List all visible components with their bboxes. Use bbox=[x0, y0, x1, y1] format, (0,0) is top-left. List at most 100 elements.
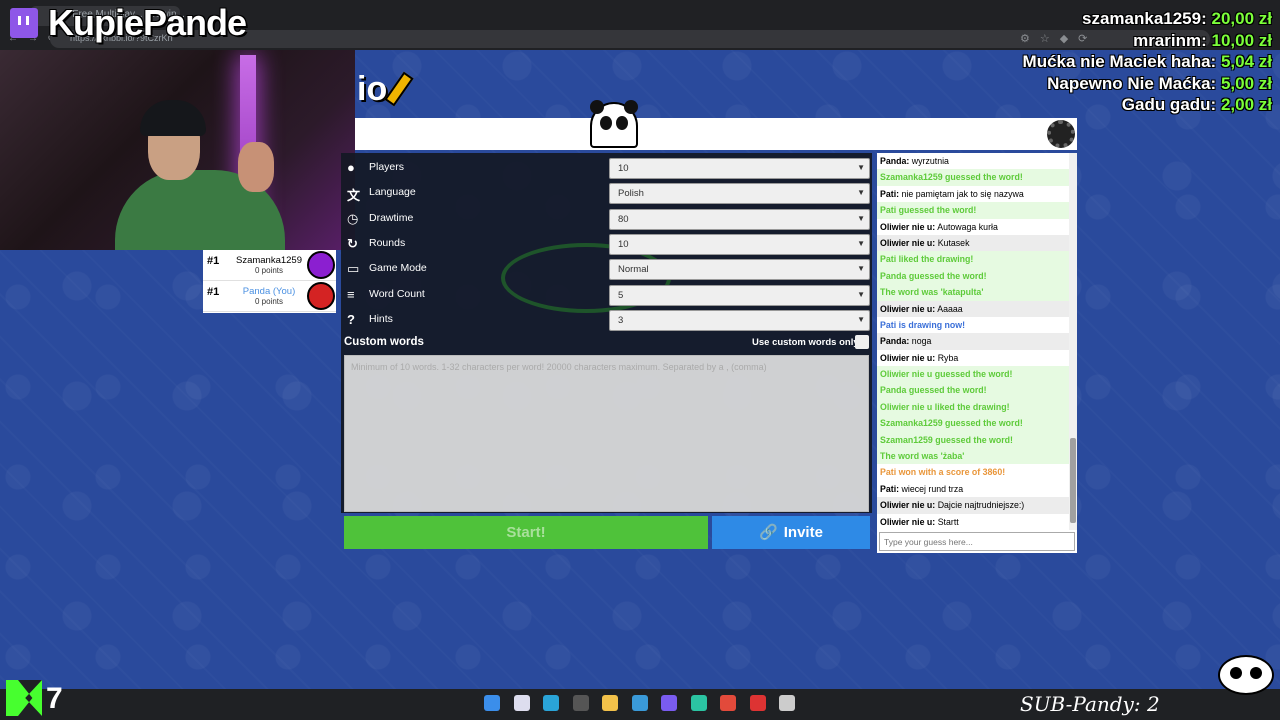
setting-row-players: ● Players 10 ▼ bbox=[341, 156, 872, 180]
setting-value: Normal bbox=[618, 264, 649, 276]
setting-value: Polish bbox=[618, 188, 644, 200]
setting-label: Rounds bbox=[369, 236, 406, 249]
setting-select[interactable]: 5 ▼ bbox=[609, 284, 870, 306]
donation-name: Gadu gadu: bbox=[1121, 95, 1217, 114]
chat-message: Panda guessed the word! bbox=[877, 267, 1069, 285]
chevron-down-icon: ▼ bbox=[857, 289, 865, 299]
chat-author: Oliwier nie u: bbox=[880, 221, 936, 232]
chat-message: Panda guessed the word! bbox=[877, 382, 1069, 399]
player-points: 0 points bbox=[254, 297, 284, 306]
chat-text: Szaman1259 guessed the word! bbox=[880, 434, 1013, 445]
setting-value: 10 bbox=[618, 238, 629, 250]
streamer-cap bbox=[140, 100, 206, 136]
setting-row-rounds: ↻ Rounds 10 ▼ bbox=[341, 232, 872, 256]
chat-text: Panda guessed the word! bbox=[880, 385, 987, 396]
rounds-icon: ↻ bbox=[347, 235, 358, 251]
chat-message: Pati: nie pamiętam jak to się nazywa bbox=[877, 186, 1069, 202]
taskbar-app-icon[interactable] bbox=[513, 695, 530, 711]
chat-text: The word was 'katapulta' bbox=[880, 287, 984, 298]
player-points: 0 points bbox=[254, 266, 284, 275]
setting-row-language: 文 Language Polish ▼ bbox=[341, 181, 872, 205]
chat-text: Szamanka1259 guessed the word! bbox=[880, 418, 1023, 429]
chat-text: Szamanka1259 guessed the word! bbox=[880, 172, 1023, 183]
chat-scrollbar[interactable] bbox=[1069, 153, 1077, 530]
gamemode-icon: ▭ bbox=[347, 261, 360, 277]
setting-select[interactable]: Normal ▼ bbox=[609, 259, 870, 281]
game-header-bar bbox=[355, 118, 1077, 150]
player-row: #1 Szamanka1259 0 points bbox=[203, 250, 336, 281]
chat-message: Oliwier nie u: Kutasek bbox=[877, 234, 1069, 252]
taskbar-app-icon[interactable] bbox=[720, 695, 736, 711]
chat-text: Startt bbox=[937, 516, 959, 527]
chat-text: Panda guessed the word! bbox=[880, 270, 987, 281]
donation-list: szamanka1259: 20,00 zł mrarinm: 10,00 zł M… bbox=[1023, 8, 1272, 116]
chat-message: Oliwier nie u: Startt bbox=[877, 514, 1069, 530]
pencil-icon bbox=[384, 71, 414, 107]
chat-author: Oliwier nie u: bbox=[880, 237, 936, 248]
chat-message: Oliwier nie u: Autowaga kurła bbox=[877, 219, 1069, 235]
taskbar-app-icon[interactable] bbox=[631, 695, 648, 711]
setting-row-hints: ? Hints 3 ▼ bbox=[341, 308, 872, 332]
lobby-settings-panel: Custom words Use custom words only Minim… bbox=[341, 153, 872, 513]
chat-guess-input[interactable] bbox=[879, 532, 1075, 551]
donation-row: Mućka nie Maciek haha: 5,04 zł bbox=[1023, 51, 1272, 73]
chevron-down-icon: ▼ bbox=[857, 238, 865, 248]
custom-words-textarea[interactable]: Minimum of 10 words. 1-32 characters per… bbox=[344, 355, 869, 512]
chat-author: Pati: bbox=[880, 188, 900, 199]
chevron-down-icon: ▼ bbox=[857, 314, 865, 324]
chat-message: Pati is drawing now! bbox=[877, 317, 1069, 333]
chevron-down-icon: ▼ bbox=[857, 264, 865, 274]
taskbar-app-icon[interactable] bbox=[749, 695, 766, 711]
donation-amount: 5,00 zł bbox=[1220, 73, 1272, 93]
kick-count: 7 bbox=[46, 682, 63, 715]
streamer-hand bbox=[238, 142, 274, 192]
donation-amount: 2,00 zł bbox=[1220, 95, 1272, 114]
taskbar-app-icon[interactable] bbox=[602, 695, 618, 711]
taskbar-app-icon[interactable] bbox=[484, 695, 500, 711]
invite-label: Invite bbox=[783, 524, 823, 541]
setting-value: 3 bbox=[618, 314, 624, 326]
setting-row-word-count: ≡ Word Count 5 ▼ bbox=[341, 283, 872, 307]
taskbar-app-icon[interactable] bbox=[690, 695, 707, 711]
chevron-down-icon: ▼ bbox=[857, 163, 865, 172]
webcam-feed bbox=[0, 50, 355, 250]
donation-name: szamanka1259: bbox=[1082, 9, 1207, 28]
chat-author: Oliwier nie u: bbox=[880, 500, 936, 511]
chat-text: Kutasek bbox=[937, 237, 970, 248]
chat-text: Oliwier nie u liked the drawing! bbox=[880, 401, 1010, 412]
chat-message: Panda: wyrzutnia bbox=[877, 153, 1069, 169]
chat-text: noga bbox=[911, 336, 932, 347]
setting-row-drawtime: ◷ Drawtime 80 ▼ bbox=[341, 207, 872, 231]
chat-text: Pati is drawing now! bbox=[880, 319, 966, 330]
setting-select[interactable]: Polish ▼ bbox=[609, 183, 870, 205]
chat-text: nie pamiętam jak to się nazywa bbox=[901, 188, 1024, 199]
chat-author: Panda: bbox=[880, 336, 910, 347]
setting-select[interactable]: 10 ▼ bbox=[609, 233, 870, 255]
setting-value: 5 bbox=[618, 289, 624, 301]
chat-message: Oliwier nie u: Aaaaa bbox=[877, 300, 1069, 317]
chat-text: Aaaaa bbox=[937, 303, 963, 314]
setting-row-game-mode: ▭ Game Mode Normal ▼ bbox=[341, 257, 872, 281]
chat-author: Pati: bbox=[880, 483, 900, 494]
invite-button[interactable]: 🔗 Invite bbox=[712, 516, 870, 549]
taskbar-app-icon[interactable] bbox=[661, 695, 677, 711]
player-rank: #1 bbox=[207, 255, 220, 267]
chevron-down-icon: ▼ bbox=[857, 188, 865, 198]
player-avatar bbox=[307, 282, 335, 310]
setting-select[interactable]: 80 ▼ bbox=[609, 208, 870, 230]
chat-scroll-thumb[interactable] bbox=[1070, 438, 1076, 523]
start-button[interactable]: Start! bbox=[344, 516, 708, 549]
donation-name: mrarinm: bbox=[1133, 30, 1207, 50]
chat-message: Pati liked the drawing! bbox=[877, 251, 1069, 268]
gear-icon[interactable] bbox=[1047, 120, 1075, 148]
taskbar-app-icon[interactable] bbox=[543, 695, 559, 711]
chat-message-list: Panda: wyrzutnia Szamanka1259 guessed the… bbox=[877, 153, 1069, 530]
taskbar-app-icon[interactable] bbox=[779, 695, 795, 711]
setting-select[interactable]: 10 ▼ bbox=[609, 158, 870, 179]
taskbar-app-icon[interactable] bbox=[572, 695, 589, 711]
setting-label: Players bbox=[369, 161, 405, 173]
custom-words-only-checkbox[interactable] bbox=[855, 335, 869, 349]
setting-label: Word Count bbox=[369, 287, 425, 300]
setting-select[interactable]: 3 ▼ bbox=[609, 309, 870, 331]
player-row: #1 Panda (You) 0 points bbox=[203, 281, 336, 312]
